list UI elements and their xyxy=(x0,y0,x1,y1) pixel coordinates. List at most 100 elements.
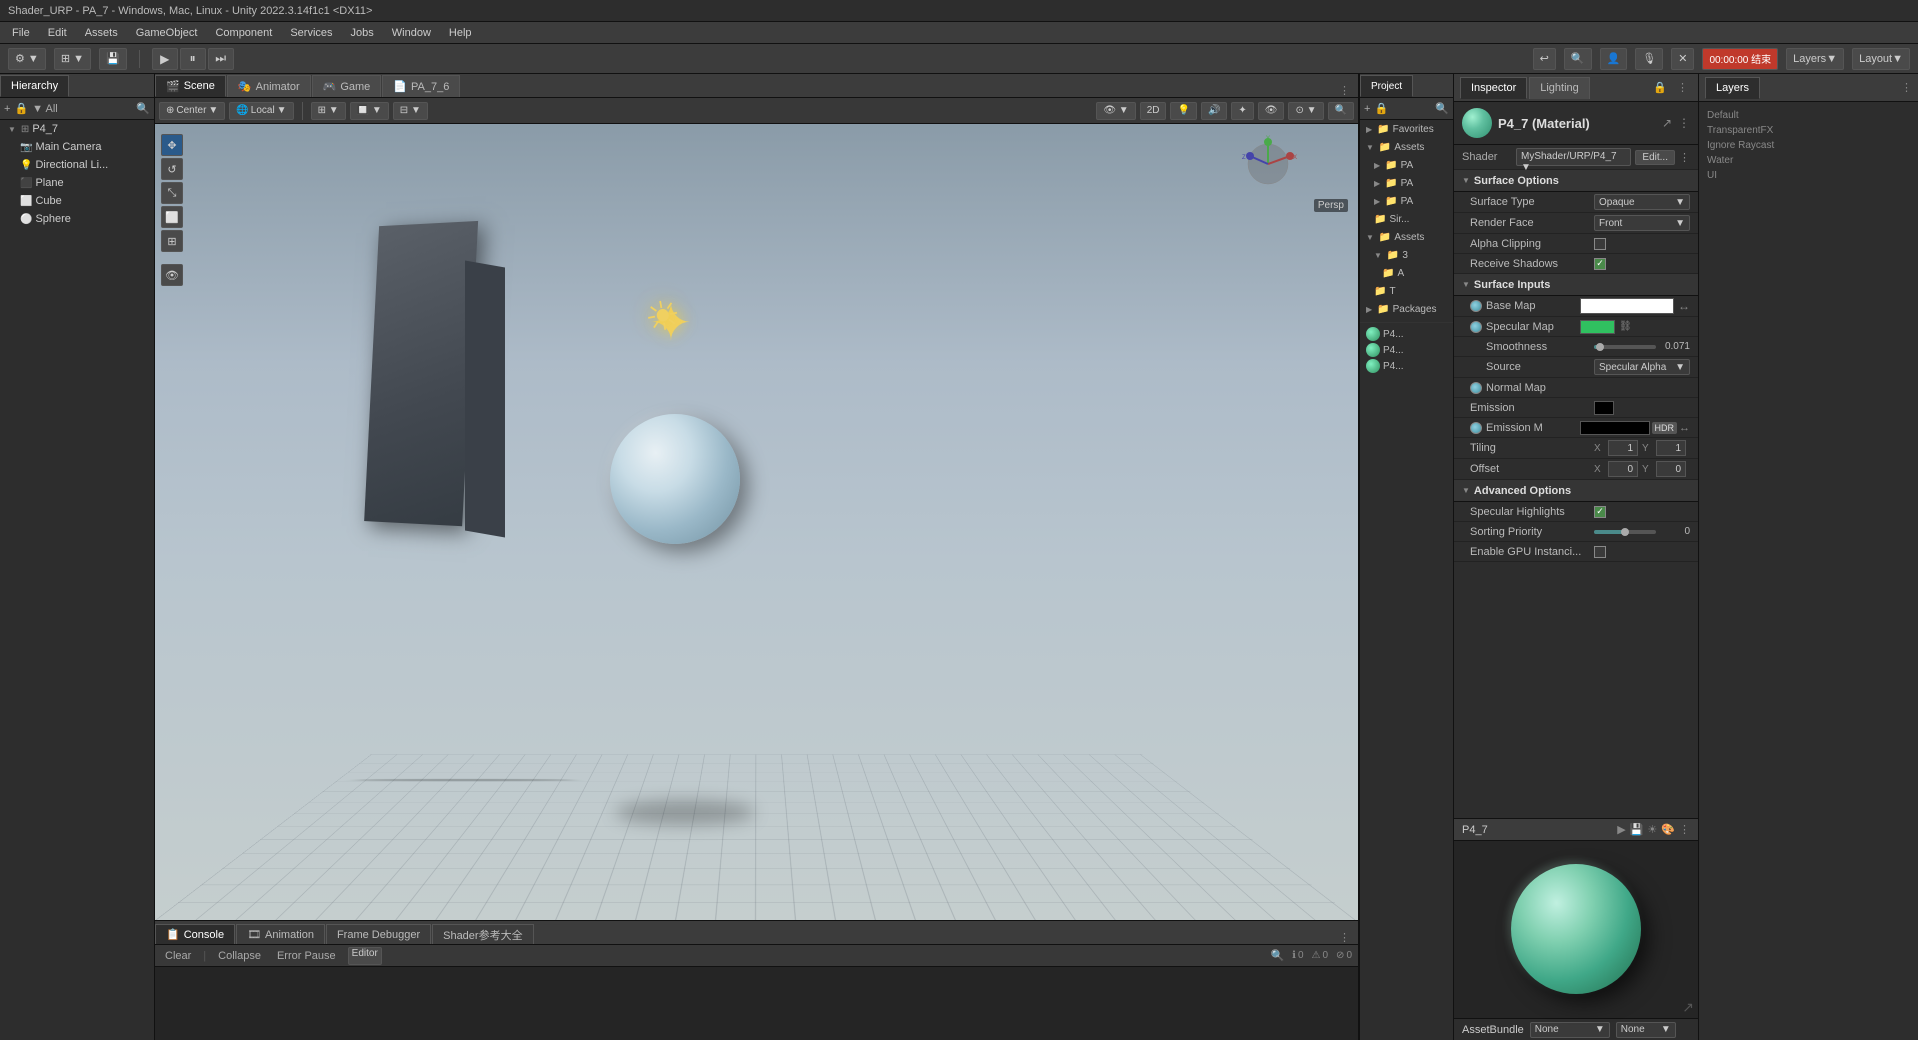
hierarchy-item-light[interactable]: 💡 Directional Li... xyxy=(0,156,154,174)
preview-more-btn[interactable]: ⋮ xyxy=(1679,823,1690,836)
scene-visibility-btn[interactable]: 👁 xyxy=(1258,102,1285,120)
toolbar-options-btn[interactable]: ⚙ ▼ xyxy=(8,48,46,70)
pause-button[interactable]: ⏸ xyxy=(180,48,206,70)
project-assets[interactable]: ▼ 📁 Assets xyxy=(1360,138,1453,156)
asset-item-3[interactable]: P4... xyxy=(1366,359,1447,373)
surface-type-dropdown[interactable]: Opaque ▼ xyxy=(1594,194,1690,210)
scene-gizmo[interactable]: Y X Z xyxy=(1238,134,1298,194)
render-face-dropdown[interactable]: Front ▼ xyxy=(1594,215,1690,231)
gpu-instancing-checkbox[interactable] xyxy=(1594,546,1606,558)
scene-more-btn[interactable]: ⋮ xyxy=(1331,84,1358,97)
inspector-tab[interactable]: Inspector xyxy=(1460,77,1527,99)
asset-item-1[interactable]: P4... xyxy=(1366,327,1447,341)
receive-shadows-checkbox[interactable]: ✓ xyxy=(1594,258,1606,270)
menu-edit[interactable]: Edit xyxy=(40,25,75,41)
project-lock-btn[interactable]: 🔒 xyxy=(1374,102,1388,115)
project-sir[interactable]: 📁 Sir... xyxy=(1360,210,1453,228)
menu-assets[interactable]: Assets xyxy=(77,25,126,41)
preview-color-btn[interactable]: 🎨 xyxy=(1661,823,1675,836)
project-search-btn[interactable]: 🔍 xyxy=(1435,102,1449,115)
console-search-btn[interactable]: 🔍 xyxy=(1270,949,1284,962)
project-pa2[interactable]: ▶ 📁 PA xyxy=(1360,174,1453,192)
console-tab[interactable]: 📋 Console xyxy=(155,924,235,944)
specular-highlights-checkbox[interactable]: ✓ xyxy=(1594,506,1606,518)
lighting-tab[interactable]: Lighting xyxy=(1529,77,1590,99)
snap-btn[interactable]: 🔲 ▼ xyxy=(350,102,389,120)
grid-btn[interactable]: ⊞ ▼ xyxy=(311,102,346,120)
hierarchy-item-root[interactable]: ▼ ⊞ P4_7 xyxy=(0,120,154,138)
2d-btn[interactable]: 2D xyxy=(1140,102,1167,120)
combined-tool[interactable]: ⊞ xyxy=(161,230,183,252)
layers-btn[interactable]: Layers ▼ xyxy=(1786,48,1844,70)
asset-bundle-dropdown[interactable]: None ▼ xyxy=(1530,1022,1610,1038)
hierarchy-item-cube[interactable]: ⬜ Cube xyxy=(0,192,154,210)
menu-gameobject[interactable]: GameObject xyxy=(128,25,206,41)
search-btn[interactable]: 🔍 xyxy=(1564,48,1592,70)
light-toggle-btn[interactable]: 💡 xyxy=(1170,102,1196,120)
project-packages[interactable]: ▶ 📁 Packages xyxy=(1360,300,1453,318)
menu-help[interactable]: Help xyxy=(441,25,480,41)
inspector-more-btn[interactable]: ⋮ xyxy=(1673,81,1692,94)
play-button[interactable]: ▶ xyxy=(152,48,178,70)
rect-tool[interactable]: ⬜ xyxy=(161,206,183,228)
layers-more-btn[interactable]: ⋮ xyxy=(1901,81,1912,94)
tiling-x-input[interactable] xyxy=(1608,440,1638,456)
toolbar-layout-btn[interactable]: ⊞ ▼ xyxy=(54,48,91,70)
view-tool[interactable]: 👁 xyxy=(161,264,183,286)
gizmos-btn[interactable]: ⊙ ▼ xyxy=(1288,102,1323,120)
asset-bundle-variant-dropdown[interactable]: None ▼ xyxy=(1616,1022,1676,1038)
offset-x-input[interactable] xyxy=(1608,461,1638,477)
menu-services[interactable]: Services xyxy=(282,25,340,41)
project-favorites[interactable]: ▶ 📁 Favorites xyxy=(1360,120,1453,138)
tiling-y-input[interactable] xyxy=(1656,440,1686,456)
hierarchy-item-sphere[interactable]: ⚪ Sphere xyxy=(0,210,154,228)
project-3[interactable]: ▼ 📁 3 xyxy=(1360,246,1453,264)
layers-tab[interactable]: Layers xyxy=(1705,77,1760,99)
emission-hdr-color[interactable] xyxy=(1580,421,1650,435)
sorting-priority-thumb[interactable] xyxy=(1621,528,1629,536)
toolbar-save-btn[interactable]: 💾 xyxy=(99,48,127,70)
layout-btn[interactable]: Layout ▼ xyxy=(1852,48,1910,70)
error-pause-btn[interactable]: Error Pause xyxy=(273,949,340,963)
source-dropdown[interactable]: Specular Alpha ▼ xyxy=(1594,359,1690,375)
surface-options-header[interactable]: ▼ Surface Options xyxy=(1454,170,1698,192)
menu-window[interactable]: Window xyxy=(384,25,439,41)
specular-color-swatch[interactable] xyxy=(1580,320,1615,334)
account-btn[interactable]: 👤 xyxy=(1600,48,1628,70)
project-tab[interactable]: Project xyxy=(1360,75,1413,97)
preview-light-btn[interactable]: ☀ xyxy=(1647,823,1657,836)
sorting-priority-track[interactable] xyxy=(1594,530,1656,534)
project-pa3[interactable]: ▶ 📁 PA xyxy=(1360,192,1453,210)
base-map-texture[interactable] xyxy=(1580,298,1674,314)
project-assets2[interactable]: ▼ 📁 Assets xyxy=(1360,228,1453,246)
shader-dropdown[interactable]: MyShader/URP/P4_7 ▼ xyxy=(1516,148,1631,166)
editor-dropdown[interactable]: Editor xyxy=(348,947,382,965)
center-toggle[interactable]: ⊕ Center ▼ xyxy=(159,102,225,120)
offset-y-input[interactable] xyxy=(1656,461,1686,477)
preview-save-btn[interactable]: 💾 xyxy=(1630,823,1644,836)
hierarchy-item-camera[interactable]: 📷 Main Camera xyxy=(0,138,154,156)
animation-tab[interactable]: 🎞 Animation xyxy=(236,924,325,944)
project-t[interactable]: 📁 T xyxy=(1360,282,1453,300)
hierarchy-tab[interactable]: Hierarchy xyxy=(0,75,69,97)
menu-component[interactable]: Component xyxy=(207,25,280,41)
step-button[interactable]: ⏭ xyxy=(208,48,234,70)
hierarchy-search-btn[interactable]: ▼ All xyxy=(32,103,58,115)
preview-expand-icon[interactable]: ↗ xyxy=(1682,999,1694,1016)
hierarchy-lock-btn[interactable]: 🔒 xyxy=(14,102,28,115)
menu-file[interactable]: File xyxy=(4,25,38,41)
shader-menu-btn[interactable]: ⋮ xyxy=(1679,151,1690,164)
menu-jobs[interactable]: Jobs xyxy=(343,25,382,41)
project-a[interactable]: 📁 A xyxy=(1360,264,1453,282)
search-scene-btn[interactable]: 🔍 xyxy=(1328,102,1354,120)
fx-btn[interactable]: ✦ xyxy=(1231,102,1253,120)
alpha-clipping-checkbox[interactable] xyxy=(1594,238,1606,250)
preview-play-btn[interactable]: ▶ xyxy=(1617,823,1625,836)
hierarchy-filter-btn[interactable]: 🔍 xyxy=(136,102,150,115)
asset-item-2[interactable]: P4... xyxy=(1366,343,1447,357)
surface-inputs-header[interactable]: ▼ Surface Inputs xyxy=(1454,274,1698,296)
console-more-btn[interactable]: ⋮ xyxy=(1331,931,1358,944)
game-tab[interactable]: 🎮 Game xyxy=(312,75,382,97)
smoothness-track[interactable] xyxy=(1594,345,1656,349)
emission-color-swatch[interactable] xyxy=(1594,401,1614,415)
